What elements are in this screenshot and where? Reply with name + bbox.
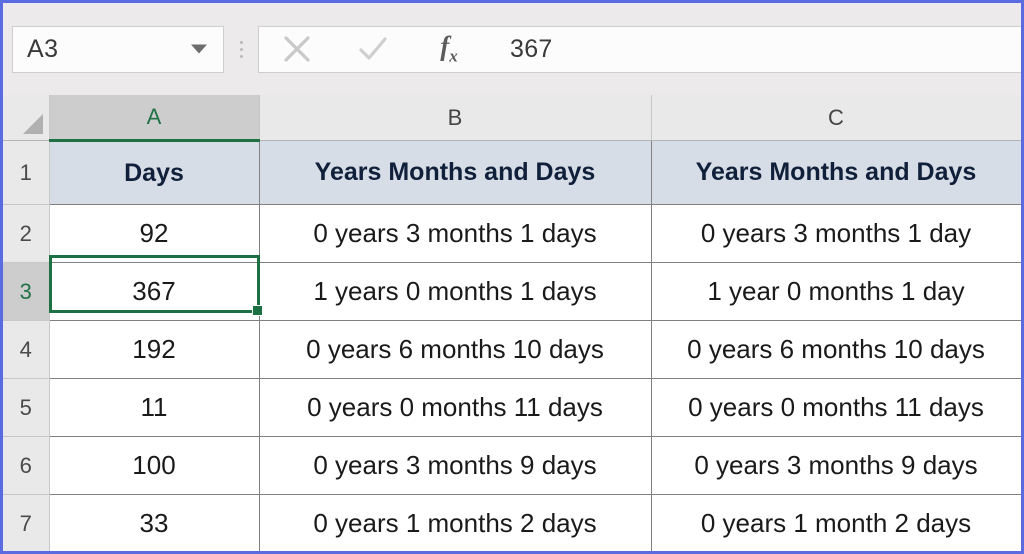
row-header-2[interactable]: 2	[3, 204, 50, 263]
sheet-table: A B C 1 Days Years Months and Days Years…	[3, 95, 1021, 551]
formula-bar[interactable]: fx 367	[258, 25, 1021, 73]
cell-C6[interactable]: 0 years 3 months 9 days	[651, 436, 1021, 495]
cell-A2[interactable]: 92	[48, 204, 260, 263]
table-row: 2 92 0 years 3 months 1 days 0 years 3 m…	[3, 204, 1021, 263]
table-row: 4 192 0 years 6 months 10 days 0 years 6…	[3, 320, 1021, 379]
cell-A4[interactable]: 192	[48, 320, 260, 379]
column-header-c[interactable]: C	[651, 95, 1021, 141]
check-icon[interactable]	[335, 27, 411, 72]
cell-A1[interactable]: Days	[48, 140, 260, 205]
name-box[interactable]: A3	[12, 25, 224, 73]
table-row: 5 11 0 years 0 months 11 days 0 years 0 …	[3, 378, 1021, 437]
fx-letter-x: x	[449, 46, 458, 66]
cell-B2[interactable]: 0 years 3 months 1 days	[259, 204, 652, 263]
row-header-1[interactable]: 1	[3, 140, 50, 205]
fx-letter-f: f	[440, 31, 450, 62]
cell-C1[interactable]: Years Months and Days	[651, 140, 1021, 205]
table-row: 1 Days Years Months and Days Years Month…	[3, 140, 1021, 205]
cell-B3[interactable]: 1 years 0 months 1 days	[259, 262, 652, 321]
cell-C2[interactable]: 0 years 3 months 1 day	[651, 204, 1021, 263]
formula-input[interactable]: 367	[488, 35, 1021, 64]
cell-B7[interactable]: 0 years 1 months 2 days	[259, 494, 652, 551]
name-box-value: A3	[27, 34, 59, 63]
fx-icon[interactable]: fx	[411, 27, 487, 72]
chevron-down-icon[interactable]	[191, 44, 207, 54]
cell-B6[interactable]: 0 years 3 months 9 days	[259, 436, 652, 495]
formula-bar-strip: A3 fx 367	[3, 3, 1021, 95]
table-row: 3 367 1 years 0 months 1 days 1 year 0 m…	[3, 262, 1021, 321]
column-header-a[interactable]: A	[49, 95, 260, 142]
select-all-triangle-icon	[22, 114, 43, 134]
cell-C3[interactable]: 1 year 0 months 1 day	[651, 262, 1021, 321]
cell-A3[interactable]: 367	[48, 262, 260, 321]
table-row: 7 33 0 years 1 months 2 days 0 years 1 m…	[3, 494, 1021, 551]
column-header-b[interactable]: B	[259, 95, 652, 141]
cell-A7[interactable]: 33	[48, 494, 260, 551]
cell-A6[interactable]: 100	[48, 436, 260, 495]
close-icon[interactable]	[259, 27, 335, 72]
worksheet-grid: A B C 1 Days Years Months and Days Years…	[3, 95, 1021, 551]
formula-bar-separator	[224, 40, 258, 58]
select-all-button[interactable]	[3, 95, 50, 141]
column-header-row: A B C	[3, 95, 1021, 142]
cell-B5[interactable]: 0 years 0 months 11 days	[259, 378, 652, 437]
cell-B1[interactable]: Years Months and Days	[259, 140, 652, 205]
cell-C4[interactable]: 0 years 6 months 10 days	[651, 320, 1021, 379]
row-header-5[interactable]: 5	[3, 378, 50, 437]
table-row: 6 100 0 years 3 months 9 days 0 years 3 …	[3, 436, 1021, 495]
row-header-4[interactable]: 4	[3, 320, 50, 379]
row-header-3[interactable]: 3	[3, 262, 50, 321]
sheet-body: 1 Days Years Months and Days Years Month…	[3, 140, 1021, 551]
row-header-6[interactable]: 6	[3, 436, 50, 495]
cell-C5[interactable]: 0 years 0 months 11 days	[651, 378, 1021, 437]
cell-B4[interactable]: 0 years 6 months 10 days	[259, 320, 652, 379]
row-header-7[interactable]: 7	[3, 494, 50, 551]
cell-A5[interactable]: 11	[48, 378, 260, 437]
cell-C7[interactable]: 0 years 1 month 2 days	[651, 494, 1021, 551]
excel-worksheet-window: A3 fx 367 A B C 1 Days Years Months and …	[0, 0, 1024, 554]
